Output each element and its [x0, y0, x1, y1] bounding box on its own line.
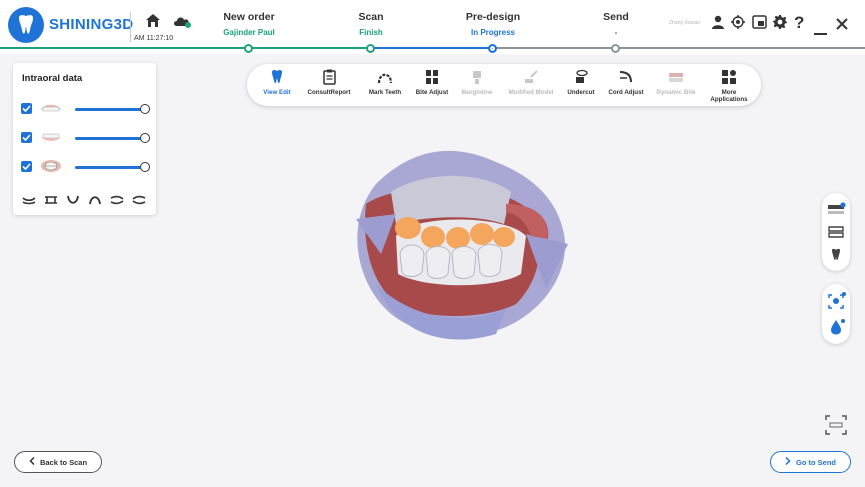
go-to-send-button[interactable]: Go to Send [770, 451, 851, 473]
clipboard-icon [299, 68, 359, 86]
step-title: Scan [358, 11, 384, 23]
panel-title: Intraoral data [22, 73, 83, 84]
step-title: Send [603, 11, 629, 23]
lower-jaw-thumbnail-icon [39, 130, 63, 149]
layer-row-upper [21, 101, 151, 117]
step-pre-design[interactable]: Pre-design In Progress [433, 11, 553, 37]
close-icon[interactable] [836, 17, 848, 35]
tool-label: ConsultReport [307, 89, 351, 96]
shining3d-logo [8, 7, 44, 43]
layer-checkbox[interactable] [21, 103, 32, 114]
progress-line-current [372, 47, 492, 49]
view-upper-icon[interactable] [88, 192, 102, 210]
view-top-icon[interactable] [22, 192, 36, 210]
user-name: Zhang Xiaoan [669, 20, 701, 26]
tooth-view-icon [247, 68, 307, 86]
layer-opacity-slider[interactable] [75, 108, 145, 111]
gear-icon[interactable] [773, 15, 787, 34]
chevron-right-icon [785, 456, 791, 467]
help-icon[interactable]: ? [794, 13, 804, 33]
marginline-icon [447, 68, 507, 86]
teeth-section-icon[interactable] [826, 225, 846, 244]
view-lower-icon[interactable] [66, 192, 80, 210]
send-label: Go to Send [796, 457, 836, 467]
screenshot-icon[interactable] [752, 15, 767, 34]
tooth-single-icon[interactable] [826, 248, 846, 267]
tool-label: Marginline [461, 89, 493, 96]
tool-bar: View Edit ConsultReport Mark Teeth Bite … [247, 64, 761, 106]
step-new-order[interactable]: New order Gajinder Paul [189, 11, 309, 37]
view-front-icon[interactable] [44, 192, 58, 210]
layer-opacity-slider[interactable] [75, 166, 145, 169]
step-node-new-order[interactable] [244, 44, 253, 53]
clock-time: AM 11:27:10 [134, 35, 174, 42]
step-scan[interactable]: Scan Finish [311, 11, 431, 37]
right-panel-display [822, 284, 850, 344]
step-title: Pre-design [465, 11, 521, 23]
chevron-left-icon [29, 456, 35, 467]
bite-thumbnail-icon [39, 159, 63, 178]
tool-label: Dynamic Bite [656, 89, 696, 96]
step-subtitle: In Progress [470, 28, 515, 37]
step-title: New order [223, 11, 275, 23]
layer-opacity-slider[interactable] [75, 137, 145, 140]
tool-consult-report[interactable]: ConsultReport [299, 68, 359, 96]
dental-3d-model[interactable] [336, 144, 576, 349]
layer-checkbox[interactable] [21, 132, 32, 143]
top-header: SHINING3D AM 11:27:10 New order Gajinder… [0, 0, 865, 54]
home-icon[interactable] [145, 13, 161, 33]
back-to-scan-button[interactable]: Back to Scan [14, 451, 102, 473]
tool-label: More Applications [710, 89, 748, 103]
step-subtitle: Finish [359, 28, 383, 37]
layer-row-bite [21, 159, 151, 175]
step-subtitle: Gajinder Paul [223, 28, 275, 37]
minimize-icon[interactable] [814, 23, 827, 41]
dynamic-bite-icon [646, 68, 706, 86]
color-drop-icon[interactable] [826, 318, 846, 341]
user-icon[interactable] [711, 15, 725, 34]
step-node-send[interactable] [611, 44, 620, 53]
progress-line-pending [492, 47, 865, 49]
focus-view-icon[interactable] [826, 292, 846, 315]
scan-compare-icon[interactable] [826, 202, 846, 221]
tool-marginline[interactable]: Marginline [447, 68, 507, 96]
tool-view-edit[interactable]: View Edit [247, 68, 307, 96]
view-orientation-bar [22, 192, 148, 205]
step-node-pre-design[interactable] [488, 44, 497, 53]
back-label: Back to Scan [39, 457, 88, 467]
upper-jaw-thumbnail-icon [39, 101, 63, 120]
layer-checkbox[interactable] [21, 161, 32, 172]
slider-knob[interactable] [140, 133, 150, 143]
tool-dynamic-bite[interactable]: Dynamic Bite [646, 68, 706, 96]
tool-more-applications[interactable]: More Applications [699, 68, 759, 103]
right-panel-tools [822, 193, 850, 271]
step-node-scan[interactable] [366, 44, 375, 53]
step-send[interactable]: Send - [556, 11, 676, 37]
step-subtitle: - [614, 28, 618, 37]
slider-knob[interactable] [140, 162, 150, 172]
tool-label: View Edit [263, 89, 291, 96]
layer-row-lower [21, 130, 151, 146]
slider-knob[interactable] [140, 104, 150, 114]
view-left-icon[interactable] [110, 192, 124, 210]
brand-name: SHINING3D [49, 16, 134, 33]
settings-target-icon[interactable] [731, 15, 745, 34]
view-right-icon[interactable] [132, 192, 146, 210]
intraoral-data-panel: Intraoral data [13, 63, 156, 215]
header-divider [130, 12, 131, 42]
apps-grid-icon [699, 68, 759, 86]
scan-view-toggle-icon[interactable] [824, 414, 848, 441]
